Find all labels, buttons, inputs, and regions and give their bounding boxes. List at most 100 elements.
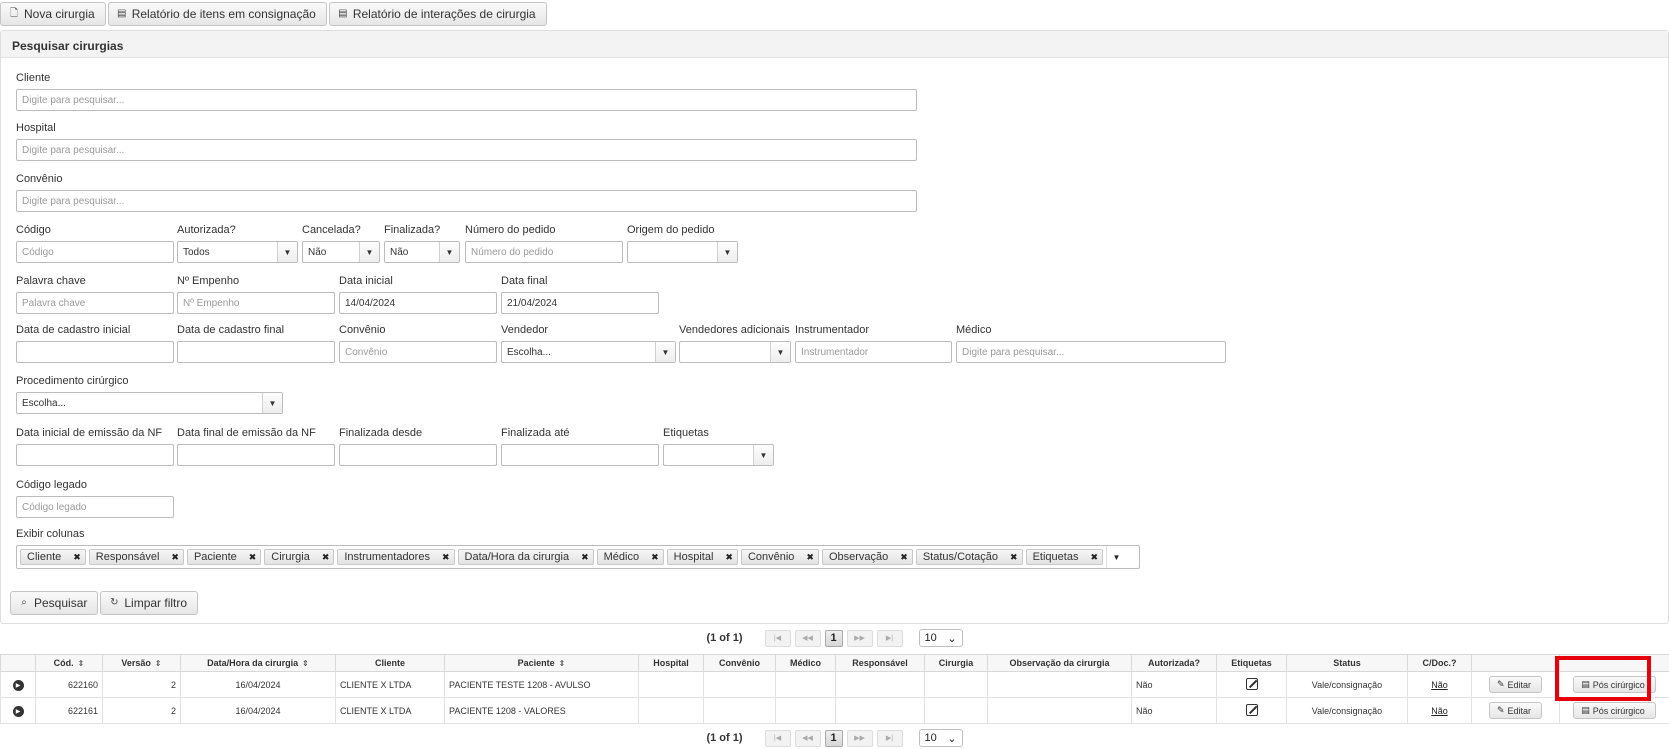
convenio2-input[interactable]: Convênio — [339, 341, 497, 363]
last-page-button[interactable]: ▶| — [877, 630, 903, 647]
cliente-input[interactable]: Digite para pesquisar... — [16, 89, 917, 111]
close-icon[interactable]: ✖ — [322, 552, 330, 563]
column-chip: Hospital✖ — [667, 549, 738, 565]
procedimento-value: Escolha... — [17, 398, 262, 409]
data-cadastro-inicial-input[interactable] — [16, 341, 174, 363]
first-page-button[interactable]: |◀ — [765, 630, 791, 647]
data-cadastro-final-input[interactable] — [177, 341, 335, 363]
clipboard-icon: ▤ — [338, 9, 348, 19]
close-icon[interactable]: ✖ — [73, 552, 81, 563]
finalizada-ate-input[interactable] — [501, 444, 659, 466]
prev-page-button[interactable]: ◀◀ — [795, 630, 821, 647]
chevron-down-icon[interactable]: ▼ — [262, 393, 282, 413]
relatorio-interacoes-button[interactable]: ▤Relatório de interações de cirurgia — [329, 2, 547, 26]
page-number-button[interactable]: 1 — [825, 730, 843, 747]
close-icon[interactable]: ✖ — [249, 552, 257, 563]
data-final-input[interactable]: 21/04/2024 — [501, 292, 659, 314]
chevron-down-icon[interactable]: ▼ — [1106, 546, 1126, 568]
close-icon[interactable]: ✖ — [900, 552, 908, 563]
autorizada-select[interactable]: Todos▼ — [177, 241, 298, 263]
close-icon[interactable]: ✖ — [581, 552, 589, 563]
limpar-filtro-button[interactable]: ↻Limpar filtro — [100, 591, 198, 615]
close-icon[interactable]: ✖ — [725, 552, 733, 563]
procedimento-label: Procedimento cirúrgico — [16, 375, 283, 387]
rows-per-page-select[interactable]: 10⌄ — [919, 729, 963, 747]
close-icon[interactable]: ✖ — [1010, 552, 1018, 563]
cancelada-select[interactable]: Não▼ — [302, 241, 380, 263]
finalizada-value: Não — [385, 247, 439, 258]
close-icon[interactable]: ✖ — [806, 552, 814, 563]
codigo-legado-input[interactable]: Código legado — [16, 496, 174, 518]
codigo-input[interactable]: Código — [16, 241, 174, 263]
column-chip: Convênio✖ — [741, 549, 819, 565]
palavra-chave-input[interactable]: Palavra chave — [16, 292, 174, 314]
convenio-input[interactable]: Digite para pesquisar... — [16, 190, 917, 212]
relatorio-consignacao-button[interactable]: ▤Relatório de itens em consignação — [108, 2, 327, 26]
last-page-button[interactable]: ▶| — [877, 730, 903, 747]
chevron-down-icon[interactable]: ▼ — [359, 242, 379, 262]
procedimento-select[interactable]: Escolha...▼ — [16, 392, 283, 414]
paginator-bottom: (1 of 1) |◀ ◀◀ 1 ▶▶ ▶| 10⌄ — [0, 727, 1669, 749]
nf-inicial-input[interactable] — [16, 444, 174, 466]
pesquisar-button[interactable]: ⌕Pesquisar — [10, 591, 98, 615]
pos-cirurgico-button[interactable]: ▤Pós cirúrgico — [1573, 702, 1656, 719]
nf-final-input[interactable] — [177, 444, 335, 466]
data-inicial-input[interactable]: 14/04/2024 — [339, 292, 497, 314]
empenho-input[interactable]: Nº Empenho — [177, 292, 335, 314]
origem-pedido-select[interactable]: ▼ — [627, 241, 738, 263]
finalizada-select[interactable]: Não▼ — [384, 241, 460, 263]
col-header-cod[interactable]: Cód.⇕ — [36, 655, 103, 672]
tag-edit-icon[interactable] — [1246, 704, 1258, 716]
header-label: Hospital — [653, 658, 689, 668]
instrumentador-input[interactable]: Instrumentador — [795, 341, 952, 363]
nova-cirurgia-button[interactable]: 🗋Nova cirurgia — [0, 2, 106, 26]
etiquetas-select[interactable]: ▼ — [663, 444, 774, 466]
medico-label: Médico — [956, 324, 1226, 336]
col-header-versao[interactable]: Versão⇕ — [103, 655, 181, 672]
chevron-down-icon[interactable]: ▼ — [655, 342, 675, 362]
cdoc-link[interactable]: Não — [1431, 706, 1448, 716]
page-number-button[interactable]: 1 — [825, 630, 843, 647]
palavra-chave-label: Palavra chave — [16, 275, 174, 287]
hospital-input[interactable]: Digite para pesquisar... — [16, 139, 917, 161]
expand-row-icon[interactable]: ▶ — [13, 680, 24, 691]
codigo-legado-label: Código legado — [16, 479, 174, 491]
close-icon[interactable]: ✖ — [442, 552, 450, 563]
expand-row-icon[interactable]: ▶ — [13, 706, 24, 717]
numero-pedido-input[interactable]: Número do pedido — [465, 241, 623, 263]
col-header-status: Status — [1287, 655, 1408, 672]
close-icon[interactable]: ✖ — [171, 552, 179, 563]
rows-per-page-select[interactable]: 10⌄ — [919, 629, 963, 647]
cdoc-link[interactable]: Não — [1431, 680, 1448, 690]
search-icon: ⌕ — [19, 598, 29, 608]
chevron-down-icon[interactable]: ▼ — [717, 242, 737, 262]
convenio-field-group: Convênio Digite para pesquisar... — [16, 173, 917, 212]
chip-label: Médico — [604, 551, 639, 563]
close-icon[interactable]: ✖ — [1090, 552, 1098, 563]
close-icon[interactable]: ✖ — [651, 552, 659, 563]
exibir-colunas-multiselect[interactable]: Cliente✖ Responsável✖ Paciente✖ Cirurgia… — [16, 545, 1140, 569]
editar-button[interactable]: ✎Editar — [1489, 676, 1542, 693]
medico-input[interactable]: Digite para pesquisar... — [956, 341, 1226, 363]
vendedores-adicionais-select[interactable]: ▼ — [679, 341, 791, 363]
next-page-button[interactable]: ▶▶ — [847, 730, 873, 747]
sort-icon: ⇕ — [302, 659, 309, 668]
cell-convenio — [704, 672, 776, 698]
finalizada-desde-input[interactable] — [339, 444, 497, 466]
chevron-down-icon[interactable]: ▼ — [753, 445, 773, 465]
chevron-down-icon[interactable]: ▼ — [277, 242, 297, 262]
vendedor-select[interactable]: Escolha...▼ — [501, 341, 676, 363]
col-header-paciente[interactable]: Paciente⇕ — [445, 655, 639, 672]
cancelada-label: Cancelada? — [302, 224, 380, 236]
cell-cirurgia — [925, 672, 988, 698]
col-header-editar — [1472, 655, 1560, 672]
next-page-button[interactable]: ▶▶ — [847, 630, 873, 647]
prev-page-button[interactable]: ◀◀ — [795, 730, 821, 747]
tag-edit-icon[interactable] — [1246, 678, 1258, 690]
editar-button[interactable]: ✎Editar — [1489, 702, 1542, 719]
origem-pedido-label: Origem do pedido — [627, 224, 738, 236]
first-page-button[interactable]: |◀ — [765, 730, 791, 747]
col-header-data[interactable]: Data/Hora da cirurgia⇕ — [181, 655, 336, 672]
chevron-down-icon[interactable]: ▼ — [439, 242, 459, 262]
chevron-down-icon[interactable]: ▼ — [770, 342, 790, 362]
